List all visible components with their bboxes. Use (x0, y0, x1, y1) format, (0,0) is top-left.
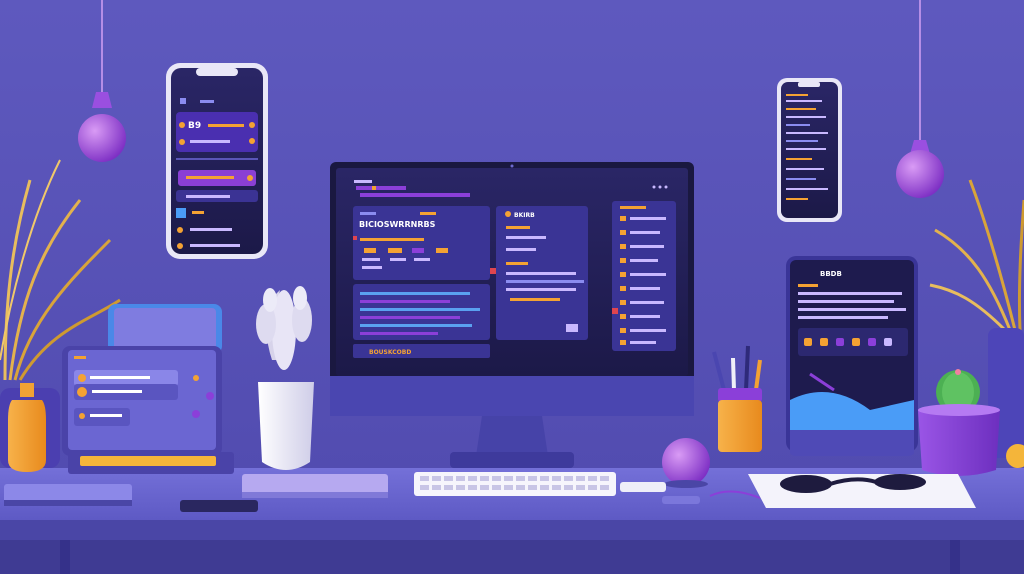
under-desk (0, 540, 1024, 574)
desk-leg-left (60, 540, 70, 574)
purple-sphere (662, 438, 710, 486)
sphere-shadow (664, 480, 708, 488)
notebook-left-edge (4, 500, 132, 506)
monitor-footer-text: BOUSKCOBD (369, 349, 411, 356)
mouse (662, 496, 700, 504)
keyboard-icon (80, 456, 216, 466)
tablet-header-text: BBDB (820, 270, 842, 278)
smartphone-desk (180, 500, 258, 512)
phone-value-text: B9 (188, 121, 201, 131)
mouse-pad (620, 482, 666, 492)
desk-keyboard (414, 472, 616, 496)
desk-edge (0, 520, 1024, 540)
desk-leg-right (950, 540, 960, 574)
notebook-center-edge (242, 492, 388, 498)
ellipsis-icon (652, 185, 668, 189)
camera-icon (196, 68, 238, 76)
left-phone: B9 (166, 63, 268, 259)
right-tablet: BBDB (786, 256, 918, 456)
monitor-title-text: BICIOSWRRNRBS (359, 220, 436, 229)
monitor-panel-label: BKIRB (514, 212, 535, 219)
right-phone (777, 78, 842, 222)
paper-with-headphones (748, 474, 976, 508)
workspace-illustration: B9 BICIOSWRRNRBS BOUSKCOBD BKIRB BBDB (0, 0, 1024, 574)
